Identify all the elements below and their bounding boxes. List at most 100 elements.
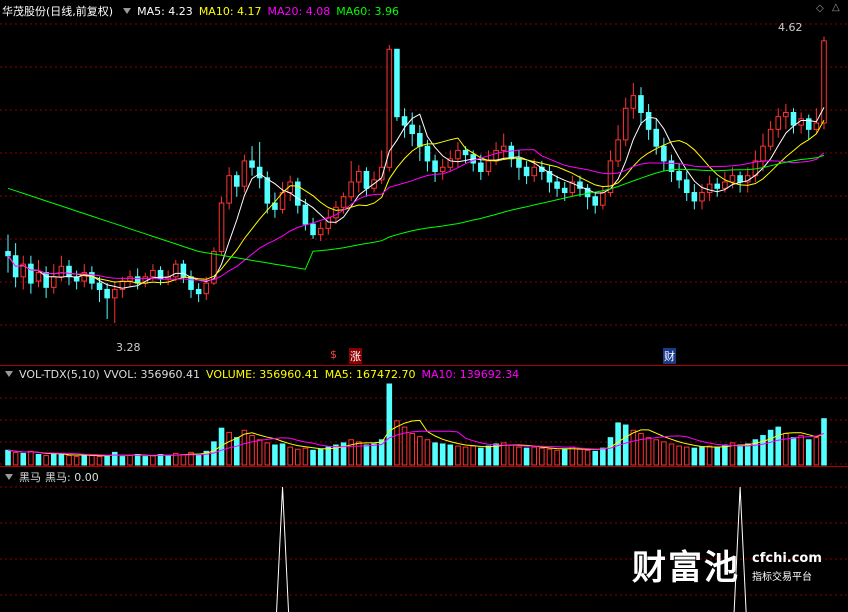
volume-bar-down (737, 444, 743, 466)
candle-up (356, 170, 362, 183)
candle-up (127, 276, 133, 282)
volume-bar-down (50, 452, 57, 466)
event-zhang-marker[interactable]: 涨 (349, 348, 362, 364)
volume-bar-down (195, 453, 202, 466)
volume-bar-up (66, 455, 72, 466)
candle-up (813, 122, 820, 130)
candle-down (249, 160, 255, 168)
volume-bar-down (775, 426, 782, 466)
volume-bar-up (798, 435, 804, 466)
cfchi-watermark: 财富池 cfchi.com 指标交易平台 (632, 548, 832, 588)
candle-down (310, 223, 316, 236)
volume-bar-up (295, 448, 301, 466)
volume-bar-down (325, 446, 332, 466)
volume-bar-up (409, 432, 415, 466)
candle-down (561, 187, 568, 194)
volume-bar-down (157, 453, 164, 466)
volume-bar-down (714, 446, 721, 466)
heima-chart[interactable] (0, 467, 848, 612)
volume-bar-up (264, 442, 271, 466)
volume-bar-down (20, 452, 27, 466)
ma60-line (7, 154, 825, 270)
volume-bar-down (5, 449, 11, 466)
watermark-logo-text: 财富池 (632, 548, 740, 588)
candle-up (607, 160, 614, 194)
candle-up (203, 282, 210, 295)
candle-up (58, 265, 65, 278)
diamond-icon[interactable]: ◇ (816, 3, 824, 14)
candle-down (790, 111, 797, 126)
watermark-subtitle: 指标交易平台 (752, 572, 812, 583)
candle-up (325, 217, 332, 229)
candle-down (661, 145, 667, 162)
volume-bar-up (150, 455, 156, 466)
event-cai-marker[interactable]: 财 (663, 348, 676, 364)
chevron-up-icon[interactable]: △ (832, 2, 840, 13)
volume-bar-down (478, 447, 484, 466)
volume-bar-down (111, 451, 118, 466)
event-dollar-marker[interactable]: $ (330, 348, 337, 361)
candle-up (226, 175, 232, 204)
volume-bar-down (119, 456, 126, 466)
volume-bar-up (256, 439, 263, 466)
candle-up (317, 227, 324, 236)
volume-bar-up (706, 445, 713, 466)
volume-bar-up (683, 446, 690, 466)
volume-chart[interactable] (0, 366, 848, 466)
candle-down (683, 179, 690, 194)
candle-up (218, 202, 225, 253)
candle-down (401, 116, 408, 126)
candle-down (691, 192, 698, 202)
volume-bar-down (439, 443, 446, 466)
candle-up (699, 192, 705, 202)
high-price-label: 4.62 (778, 21, 803, 34)
heima-panel[interactable]: 黑马 黑马: 0.00 (0, 467, 848, 612)
candle-down (28, 263, 34, 284)
volume-bar-up (577, 448, 583, 466)
volume-bar-down (104, 455, 110, 466)
volume-bar-up (96, 456, 103, 466)
candle-up (767, 128, 774, 147)
candle-down (5, 251, 11, 257)
candle-up (150, 269, 156, 278)
volume-bar-down (821, 418, 827, 466)
watermark-domain: cfchi.com (752, 551, 822, 566)
candle-down (409, 124, 415, 135)
kline-panel[interactable]: 华茂股份(日线,前复权) MA5: 4.23 MA10: 4.17 MA20: … (0, 0, 848, 366)
volume-bar-up (638, 432, 644, 466)
candle-up (111, 288, 118, 299)
volume-bar-up (630, 429, 637, 466)
volume-bar-up (43, 455, 49, 466)
volume-bar-down (607, 437, 614, 466)
candle-down (43, 272, 49, 288)
candle-down (233, 175, 240, 187)
volume-bar-up (554, 449, 560, 466)
volume-bar-down (310, 449, 316, 466)
volume-bar-up (356, 441, 362, 466)
heima-signal-peak (276, 486, 290, 612)
volume-bar-down (432, 442, 438, 466)
kline-chart[interactable] (0, 0, 848, 366)
candle-up (729, 175, 736, 183)
volume-bar-down (317, 448, 324, 466)
volume-bar-up (348, 439, 354, 466)
volume-bar-up (249, 435, 255, 466)
candle-up (50, 276, 57, 288)
candle-up (439, 166, 446, 172)
volume-bar-down (523, 447, 530, 466)
volume-bar-down (493, 443, 499, 466)
candle-down (424, 145, 431, 162)
volume-panel[interactable]: VOL-TDX(5,10) VVOL: 356960.41 VOLUME: 35… (0, 366, 848, 466)
volume-bar-up (470, 445, 476, 466)
volume-bar-down (767, 429, 774, 466)
candle-down (653, 128, 660, 147)
volume-bar-down (58, 453, 65, 466)
candle-down (66, 265, 72, 278)
volume-bar-down (805, 439, 812, 466)
volume-bar-up (508, 444, 515, 466)
candle-up (722, 181, 728, 189)
candle-down (134, 276, 141, 284)
volume-bar-up (417, 436, 423, 466)
volume-bar-down (691, 447, 698, 466)
volume-bar-up (661, 441, 667, 466)
